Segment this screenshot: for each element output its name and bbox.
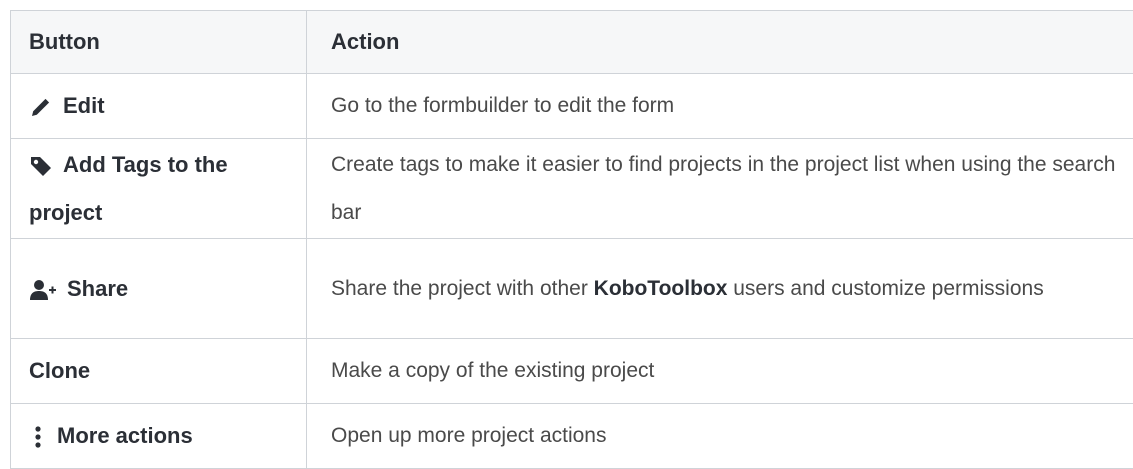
action-text: Open up more project actions: [331, 424, 607, 447]
header-button: Button: [11, 11, 307, 73]
button-label-more-actions: More actions: [57, 423, 193, 448]
action-text: Make a copy of the existing project: [331, 359, 655, 382]
table-row: More actions Open up more project action…: [11, 404, 1133, 469]
table-row: Share Share the project with other KoboT…: [11, 239, 1133, 339]
header-action: Action: [307, 11, 1133, 73]
pencil-icon: [29, 95, 53, 119]
action-text: Share the project with other KoboToolbox…: [331, 265, 1044, 313]
user-plus-icon: [29, 278, 57, 302]
action-cell: Open up more project actions: [307, 404, 1133, 468]
table-row: Edit Go to the formbuilder to edit the f…: [11, 74, 1133, 139]
brand-name: KoboToolbox: [593, 276, 728, 300]
button-cell: Add Tags to the project: [11, 139, 307, 238]
button-label-add-tags: Add Tags to the project: [29, 151, 228, 225]
button-cell: Clone: [11, 339, 307, 403]
action-text: Create tags to make it easier to find pr…: [331, 152, 1116, 224]
table-row: Clone Make a copy of the existing projec…: [11, 339, 1133, 404]
action-text-after: users and customize permissions: [727, 276, 1044, 300]
action-text: Go to the formbuilder to edit the form: [331, 94, 675, 117]
button-label-share: Share: [67, 275, 129, 301]
header-action-label: Action: [331, 29, 400, 54]
action-cell: Go to the formbuilder to edit the form: [307, 74, 1133, 138]
action-text-before: Share the project with other: [331, 276, 594, 300]
button-cell: Edit: [11, 74, 307, 138]
action-cell: Make a copy of the existing project: [307, 339, 1133, 403]
button-label-edit: Edit: [63, 93, 105, 118]
button-cell: Share: [11, 239, 307, 338]
button-cell: More actions: [11, 404, 307, 468]
action-cell: Create tags to make it easier to find pr…: [307, 139, 1133, 238]
header-button-label: Button: [29, 29, 100, 54]
table-header-row: Button Action: [11, 11, 1133, 74]
actions-table: Button Action Edit Go to the formbuilder…: [10, 10, 1133, 469]
button-label-clone: Clone: [29, 358, 91, 383]
action-cell: Share the project with other KoboToolbox…: [307, 239, 1133, 338]
tag-icon: [29, 154, 53, 178]
table-row: Add Tags to the project Create tags to m…: [11, 139, 1133, 239]
vertical-dots-icon: [29, 425, 47, 449]
